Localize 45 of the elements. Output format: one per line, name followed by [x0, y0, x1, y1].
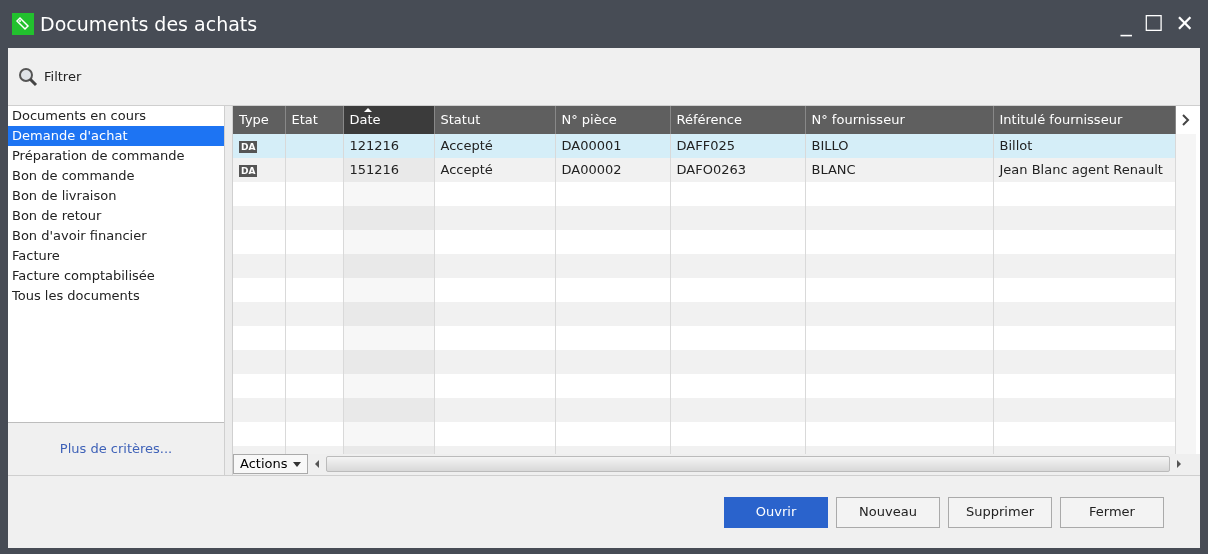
column-header[interactable]: Etat: [285, 106, 343, 134]
column-header[interactable]: N° pièce: [555, 106, 670, 134]
column-header[interactable]: Intitulé fournisseur: [993, 106, 1175, 134]
table-row[interactable]: DA 151216 Accepté DA00002 DAFO0263 BLANC Jean Blanc agent Renault: [233, 158, 1175, 182]
table-cell: BILLO: [811, 138, 849, 154]
table-cell: Jean Blanc agent Renault: [999, 162, 1163, 178]
scroll-right-icon[interactable]: [1175, 106, 1196, 134]
column-header[interactable]: Type: [233, 106, 285, 134]
table-cell: Billot: [999, 138, 1033, 154]
footer-button[interactable]: Ouvrir: [724, 496, 828, 528]
scroll-left-icon[interactable]: [313, 460, 320, 469]
filter-button[interactable]: Filtrer: [16, 64, 84, 89]
table-cell: BLANC: [811, 162, 856, 178]
table-cell: Accepté: [440, 162, 493, 178]
table-cell: 121216: [349, 138, 400, 154]
table-cell: 151216: [349, 162, 400, 178]
table-cell: DA00001: [561, 138, 622, 154]
column-header[interactable]: Statut: [434, 106, 555, 134]
sort-arrow-icon: [363, 108, 372, 112]
column-header[interactable]: N° fournisseur: [805, 106, 993, 134]
splitter-handle[interactable]: [225, 106, 233, 475]
caret-icon: [292, 462, 301, 468]
table-cell: DAFO0263: [676, 162, 746, 178]
table-row[interactable]: DA 121216 Accepté DA00001 DAFF025 BILLO Billot: [233, 134, 1175, 158]
column-header[interactable]: Référence: [670, 106, 805, 134]
search-icon: [18, 66, 38, 87]
close-button[interactable]: ✕: [1169, 13, 1200, 35]
type-badge: DA: [239, 165, 258, 178]
table-cell: DA00002: [561, 162, 622, 178]
more-criteria-link[interactable]: Plus de critères...: [59, 439, 173, 459]
minimize-button[interactable]: _: [1114, 13, 1138, 35]
footer-button[interactable]: Nouveau: [836, 496, 940, 528]
table-cell: DAFF025: [676, 138, 735, 154]
type-badge: DA: [239, 141, 258, 154]
window-title: Documents des achats: [40, 11, 258, 37]
actions-dropdown[interactable]: Actions: [233, 454, 308, 475]
app-tag-icon: [12, 13, 34, 35]
horizontal-scrollbar-thumb[interactable]: [325, 456, 1170, 473]
scroll-right-arrow-icon[interactable]: [1176, 460, 1182, 469]
maximize-button[interactable]: ☐: [1137, 13, 1170, 35]
table-cell: Accepté: [440, 138, 493, 154]
footer-button[interactable]: Fermer: [1060, 496, 1164, 528]
sidebar-item[interactable]: Demande d'achat: [8, 126, 224, 146]
column-header[interactable]: Date: [343, 106, 434, 134]
footer-button[interactable]: Supprimer: [948, 496, 1052, 528]
